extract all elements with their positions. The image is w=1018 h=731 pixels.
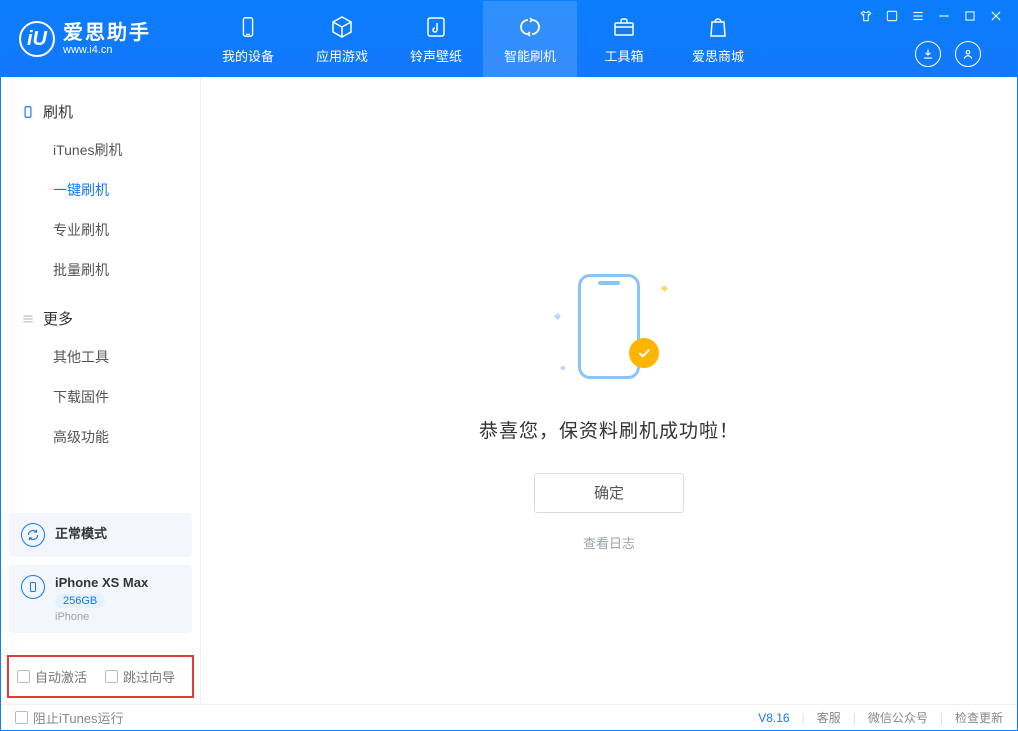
cube-icon xyxy=(329,14,355,40)
download-icon[interactable] xyxy=(915,41,941,67)
titlebar: iU 爱思助手 www.i4.cn 我的设备 应用游戏 铃声壁纸 智能刷机 工具… xyxy=(1,1,1017,77)
tab-label: 我的设备 xyxy=(222,46,274,65)
main-content: 恭喜您，保资料刷机成功啦！ 确定 查看日志 xyxy=(201,77,1017,704)
main-tabs: 我的设备 应用游戏 铃声壁纸 智能刷机 工具箱 爱思商城 xyxy=(201,1,765,77)
tab-toolbox[interactable]: 工具箱 xyxy=(577,1,671,77)
ok-button[interactable]: 确定 xyxy=(534,473,684,513)
sidebar-item-pro-flash[interactable]: 专业刷机 xyxy=(1,210,200,250)
sidebar-section-flash: 刷机 xyxy=(1,93,200,130)
music-icon xyxy=(423,14,449,40)
tab-ringtone-wallpaper[interactable]: 铃声壁纸 xyxy=(389,1,483,77)
tab-label: 工具箱 xyxy=(604,46,643,65)
device-card-iphone[interactable]: iPhone XS Max 256GB iPhone xyxy=(9,565,192,633)
statusbar: 阻止iTunes运行 V8.16 | 客服 | 微信公众号 | 检查更新 xyxy=(1,704,1017,730)
user-icon[interactable] xyxy=(955,41,981,67)
sidebar: 刷机 iTunes刷机 一键刷机 专业刷机 批量刷机 更多 其他工具 下载固件 … xyxy=(1,77,201,704)
app-url: www.i4.cn xyxy=(63,44,151,56)
tshirt-icon[interactable] xyxy=(859,9,873,23)
window-controls xyxy=(859,1,1017,77)
tab-apps-games[interactable]: 应用游戏 xyxy=(295,1,389,77)
sidebar-item-other-tools[interactable]: 其他工具 xyxy=(1,337,200,377)
phone-small-icon xyxy=(21,575,45,599)
minimize-icon[interactable] xyxy=(937,9,951,23)
sidebar-section-more: 更多 xyxy=(1,300,200,337)
tab-label: 应用游戏 xyxy=(316,46,368,65)
section-title: 更多 xyxy=(43,308,73,329)
menu-icon[interactable] xyxy=(911,9,925,23)
success-illustration xyxy=(549,270,669,390)
sidebar-item-advanced[interactable]: 高级功能 xyxy=(1,417,200,457)
result-title: 恭喜您，保资料刷机成功啦！ xyxy=(479,416,739,443)
sidebar-item-batch-flash[interactable]: 批量刷机 xyxy=(1,250,200,290)
tab-label: 铃声壁纸 xyxy=(410,46,462,65)
link-wechat[interactable]: 微信公众号 xyxy=(868,709,928,726)
checkbox-skip-guide[interactable]: 跳过向导 xyxy=(105,667,175,686)
toolbox-icon xyxy=(611,14,637,40)
sidebar-item-itunes-flash[interactable]: iTunes刷机 xyxy=(1,130,200,170)
tab-store[interactable]: 爱思商城 xyxy=(671,1,765,77)
link-support[interactable]: 客服 xyxy=(817,709,841,726)
check-icon xyxy=(629,338,659,368)
phone-icon xyxy=(21,105,35,119)
device-storage-badge: 256GB xyxy=(55,594,105,608)
logo-badge: iU xyxy=(19,21,55,57)
checkbox-auto-activate[interactable]: 自动激活 xyxy=(17,667,87,686)
sidebar-item-onekey-flash[interactable]: 一键刷机 xyxy=(1,170,200,210)
tab-label: 智能刷机 xyxy=(504,46,556,65)
tab-label: 爱思商城 xyxy=(692,46,744,65)
bag-icon xyxy=(705,14,731,40)
version-label: V8.16 xyxy=(758,711,789,725)
section-title: 刷机 xyxy=(43,101,73,122)
app-name: 爱思助手 xyxy=(63,22,151,44)
lock-icon[interactable] xyxy=(885,9,899,23)
sidebar-item-download-fw[interactable]: 下载固件 xyxy=(1,377,200,417)
checkbox-label: 自动激活 xyxy=(35,667,87,686)
checkbox-box xyxy=(15,711,28,724)
device-type: iPhone xyxy=(55,611,148,623)
checkbox-label: 跳过向导 xyxy=(123,667,175,686)
checkbox-block-itunes[interactable]: 阻止iTunes运行 xyxy=(15,708,124,727)
checkbox-box xyxy=(105,670,118,683)
refresh-icon xyxy=(517,14,543,40)
device-name: iPhone XS Max xyxy=(55,575,148,590)
checkbox-label: 阻止iTunes运行 xyxy=(33,708,124,727)
device-card-normal-mode[interactable]: 正常模式 xyxy=(9,513,192,557)
close-icon[interactable] xyxy=(989,9,1003,23)
checkbox-box xyxy=(17,670,30,683)
view-log-link[interactable]: 查看日志 xyxy=(583,533,635,552)
reload-icon xyxy=(21,523,45,547)
tab-my-device[interactable]: 我的设备 xyxy=(201,1,295,77)
bottom-options-highlight: 自动激活 跳过向导 xyxy=(7,655,194,698)
link-check-update[interactable]: 检查更新 xyxy=(955,709,1003,726)
app-logo: iU 爱思助手 www.i4.cn xyxy=(1,21,201,57)
maximize-icon[interactable] xyxy=(963,9,977,23)
menu-lines-icon xyxy=(21,312,35,326)
device-icon xyxy=(235,14,261,40)
tab-smart-flash[interactable]: 智能刷机 xyxy=(483,1,577,77)
device-mode-title: 正常模式 xyxy=(55,526,107,541)
